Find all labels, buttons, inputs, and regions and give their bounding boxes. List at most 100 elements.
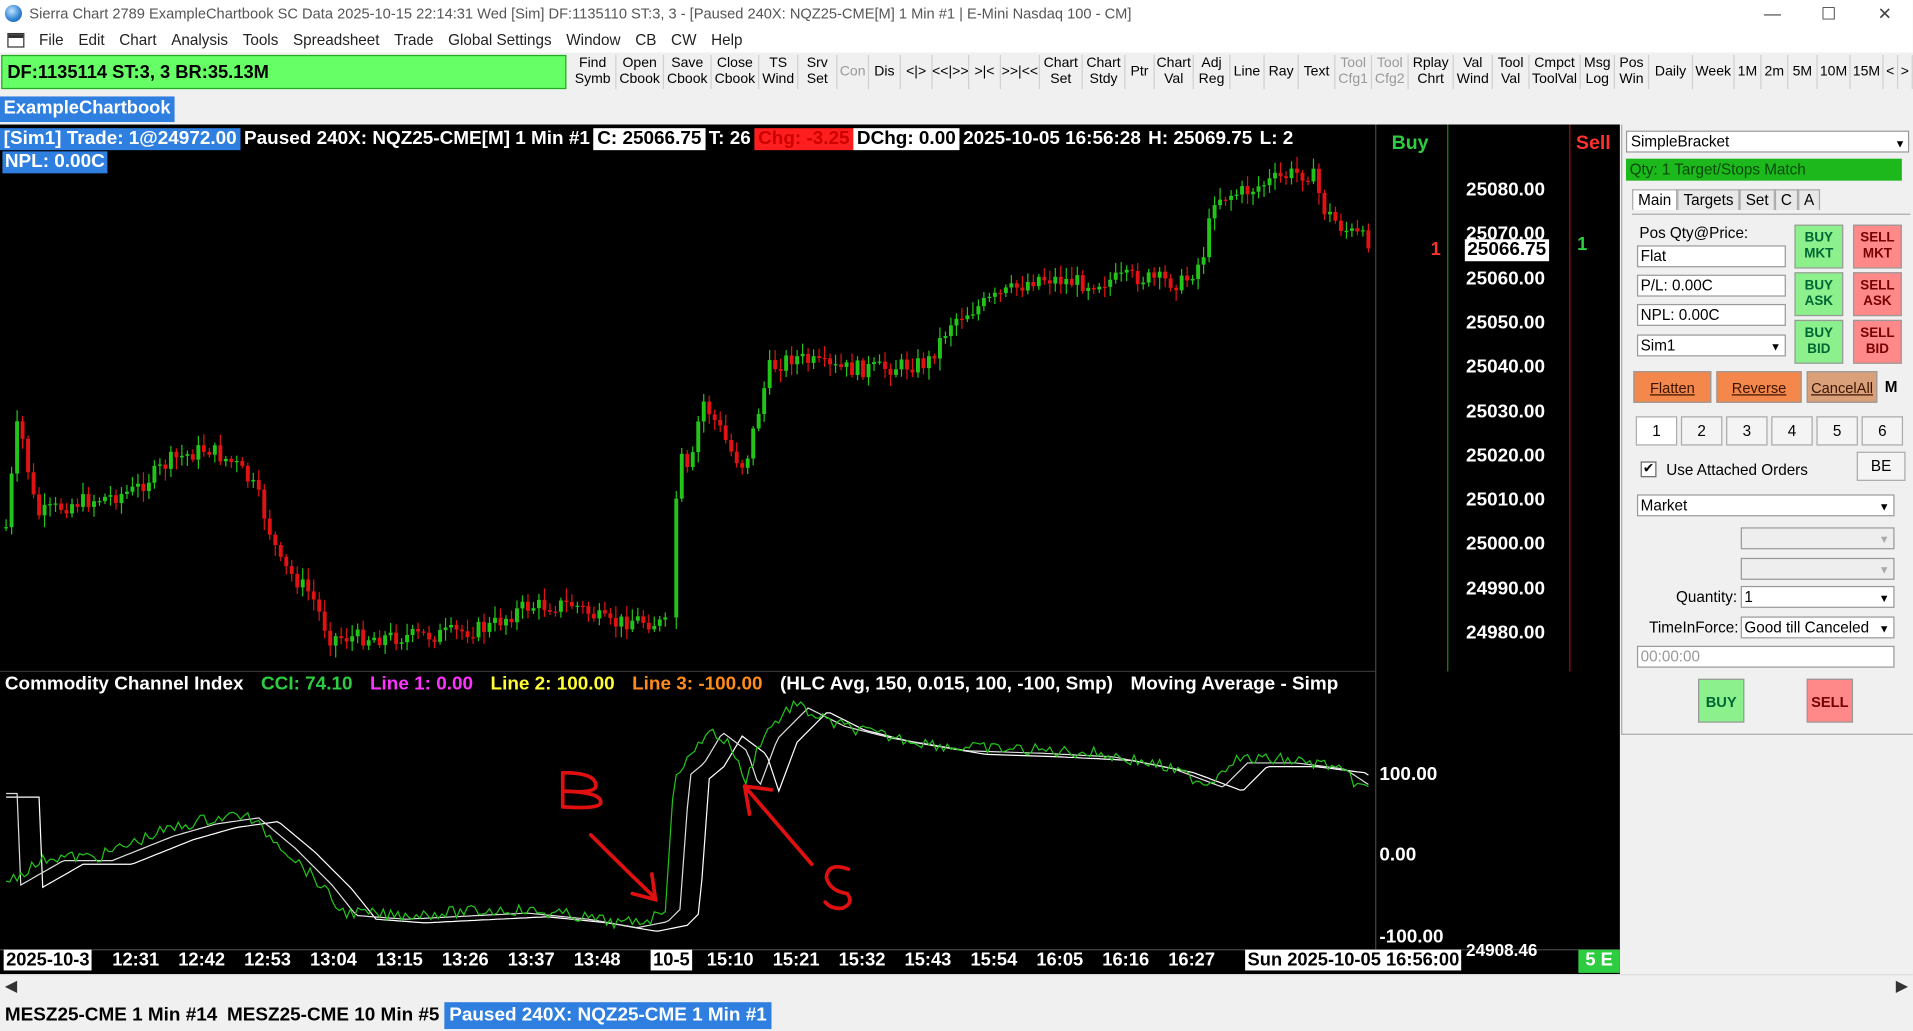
toolbar-button-7[interactable]: Dis — [869, 54, 901, 90]
minimize-button[interactable]: — — [1744, 0, 1800, 27]
toolbar-button-10[interactable]: >|< — [969, 54, 1001, 90]
bracket-button-1[interactable]: 1 — [1635, 416, 1678, 446]
menu-item-edit[interactable]: Edit — [71, 31, 112, 48]
toolbar-button-26[interactable]: Msg Log — [1581, 54, 1615, 90]
close-button[interactable]: ✕ — [1857, 0, 1913, 27]
price1-field[interactable]: ▼ — [1740, 527, 1895, 550]
toolbar-button-6[interactable]: Con — [837, 54, 870, 90]
quantity-field[interactable]: 1 ▼ — [1740, 585, 1895, 608]
menu-item-file[interactable]: File — [32, 31, 71, 48]
toolbar-button-3[interactable]: Close Cbook — [712, 54, 760, 90]
buy-ask-button[interactable]: BUY ASK — [1794, 272, 1844, 317]
sell-market-button[interactable]: SELL MKT — [1853, 224, 1902, 269]
toolbar-button-15[interactable]: Chart Val — [1155, 54, 1194, 90]
cancel-all-button[interactable]: CancelAll — [1806, 371, 1878, 403]
toolbar-button-16[interactable]: Adj Reg — [1194, 54, 1231, 90]
menu-item-help[interactable]: Help — [704, 31, 750, 48]
chartbook-tab[interactable]: ExampleChartbook — [0, 96, 175, 123]
toolbar-button-35[interactable]: < — [1884, 54, 1899, 90]
toolbar-button-12[interactable]: Chart Set — [1040, 54, 1083, 90]
toolbar-button-2[interactable]: Save Cbook — [664, 54, 712, 90]
buy-button[interactable]: BUY — [1697, 678, 1745, 723]
toolbar-button-34[interactable]: 15M — [1851, 54, 1884, 90]
flatten-button[interactable]: Flatten — [1633, 371, 1712, 403]
breakeven-button[interactable]: BE — [1856, 451, 1906, 481]
strategy-select[interactable]: SimpleBracket ▼ — [1625, 130, 1910, 153]
sell-column-label[interactable]: Sell — [1576, 133, 1611, 155]
reverse-button[interactable]: Reverse — [1716, 371, 1802, 403]
time-axis[interactable]: 2025-10-3 12:31 12:42 12:53 13:04 13:15 13:26 1… — [0, 948, 1620, 972]
toolbar-button-19[interactable]: Text — [1299, 54, 1336, 90]
sell-ask-button[interactable]: SELL ASK — [1853, 272, 1902, 317]
m-button[interactable]: M — [1885, 378, 1898, 395]
tif-select[interactable]: Good till Canceled ▼ — [1740, 616, 1895, 639]
bracket-button-2[interactable]: 2 — [1680, 416, 1723, 446]
menu-item-cw[interactable]: CW — [664, 31, 704, 48]
bracket-button-5[interactable]: 5 — [1816, 416, 1858, 446]
sell-bid-button[interactable]: SELL BID — [1853, 319, 1902, 364]
buy-market-button[interactable]: BUY MKT — [1794, 224, 1844, 269]
toolbar-button-30[interactable]: 1M — [1735, 54, 1762, 90]
sell-button[interactable]: SELL — [1806, 678, 1854, 723]
buy-bid-button[interactable]: BUY BID — [1794, 319, 1844, 364]
toolbar-button-24[interactable]: Tool Val — [1493, 54, 1530, 90]
menu-item-cb[interactable]: CB — [628, 31, 664, 48]
price2-field[interactable]: ▼ — [1740, 557, 1895, 580]
toolbar-button-18[interactable]: Ray — [1265, 54, 1299, 90]
toolbar-button-27[interactable]: Pos Win — [1615, 54, 1650, 90]
toolbar-button-28[interactable]: Daily — [1649, 54, 1694, 90]
toolbar-button-33[interactable]: 10M — [1818, 54, 1851, 90]
toolbar-button-4[interactable]: TS Wind — [759, 54, 799, 90]
maximize-button[interactable]: ☐ — [1801, 0, 1857, 27]
toolbar-button-9[interactable]: <<|>> — [932, 54, 970, 90]
trade-tab-c[interactable]: C — [1774, 189, 1798, 210]
menu-item-spreadsheet[interactable]: Spreadsheet — [286, 31, 387, 48]
toolbar-button-0[interactable]: Find Symb — [570, 54, 617, 90]
bracket-button-4[interactable]: 4 — [1771, 416, 1813, 446]
five-e-indicator[interactable]: 5 E — [1578, 949, 1620, 973]
toolbar-button-11[interactable]: >>|<< — [1001, 54, 1041, 90]
bracket-button-3[interactable]: 3 — [1726, 416, 1768, 446]
toolbar-button-17[interactable]: Line — [1230, 54, 1265, 90]
toolbar-button-1[interactable]: Open Cbook — [616, 54, 665, 90]
chart-tab[interactable]: MESZ25-CME 1 Min #14 — [0, 1002, 222, 1029]
menu-item-tools[interactable]: Tools — [235, 31, 285, 48]
buy-column-label[interactable]: Buy — [1392, 133, 1429, 155]
scroll-left-icon[interactable]: ◀ — [5, 977, 17, 997]
scroll-right-icon[interactable]: ▶ — [1896, 977, 1908, 997]
menu-item-chart[interactable]: Chart — [112, 31, 164, 48]
bracket-button-6[interactable]: 6 — [1861, 416, 1904, 446]
toolbar-button-13[interactable]: Chart Stdy — [1083, 54, 1126, 90]
candle-body — [81, 494, 85, 507]
menu-item-analysis[interactable]: Analysis — [164, 31, 235, 48]
menu-item-trade[interactable]: Trade — [387, 31, 441, 48]
toolbar-button-5[interactable]: Srv Set — [798, 54, 838, 90]
trade-tab-main[interactable]: Main — [1632, 189, 1678, 210]
toolbar-button-20[interactable]: Tool Cfg1 — [1335, 54, 1373, 90]
chart-tab[interactable]: Paused 240X: NQZ25-CME 1 Min #1 — [444, 1001, 772, 1029]
toolbar-button-8[interactable]: <|> — [901, 54, 933, 90]
chart-area[interactable] — [0, 124, 1620, 975]
toolbar-button-36[interactable]: > — [1898, 54, 1913, 90]
toolbar-button-21[interactable]: Tool Cfg2 — [1372, 54, 1409, 90]
toolbar-button-14[interactable]: Ptr — [1125, 54, 1155, 90]
trade-tab-set[interactable]: Set — [1739, 189, 1775, 210]
toolbar-button-31[interactable]: 2m — [1761, 54, 1789, 90]
account-select[interactable]: Sim1 ▼ — [1636, 334, 1786, 357]
chart-canvas[interactable] — [0, 124, 1620, 975]
order-type-select[interactable]: Market ▼ — [1636, 494, 1895, 517]
chart-tab[interactable]: MESZ25-CME 10 Min #5 — [222, 1002, 444, 1029]
toolbar-button-25[interactable]: Cmpct ToolVal — [1530, 54, 1581, 90]
toolbar-button-23[interactable]: Val Wind — [1454, 54, 1493, 90]
toolbar-button-29[interactable]: Week — [1693, 54, 1735, 90]
menu-item-window[interactable]: Window — [559, 31, 628, 48]
menu-item-global-settings[interactable]: Global Settings — [441, 31, 559, 48]
trade-tab-a[interactable]: A — [1797, 189, 1821, 210]
toolbar-button-32[interactable]: 5M — [1788, 54, 1818, 90]
use-attached-checkbox[interactable]: ✔ — [1640, 461, 1657, 478]
document-icon[interactable] — [7, 32, 25, 47]
horizontal-scrollbar[interactable]: ◀ ▶ — [0, 974, 1913, 997]
toolbar-button-22[interactable]: Rplay Chrt — [1409, 54, 1454, 90]
trade-tab-targets[interactable]: Targets — [1677, 189, 1740, 210]
time-field[interactable]: 00:00:00 — [1636, 645, 1895, 668]
